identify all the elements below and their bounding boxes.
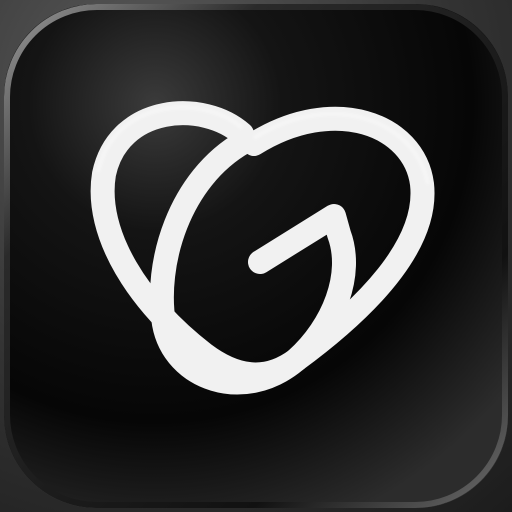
heart-g-logo-icon bbox=[4, 4, 508, 508]
icon-background bbox=[0, 0, 512, 512]
app-icon-tile[interactable] bbox=[4, 4, 508, 508]
